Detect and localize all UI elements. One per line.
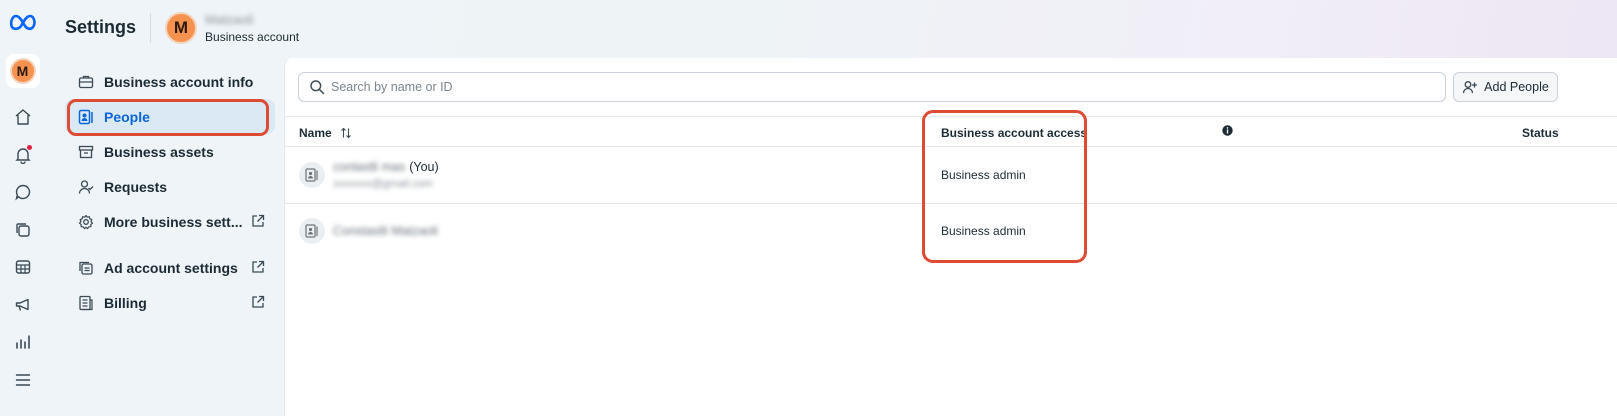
nav-divider [65,239,275,250]
nav-label: Ad account settings [104,259,238,276]
table-icon[interactable] [8,252,38,282]
billing-icon [77,294,95,312]
external-link-icon [251,214,265,228]
rail-account-switcher[interactable]: M [5,54,40,88]
person-email: xxxxxxx@gmail.com [333,178,433,190]
gear-icon [77,213,95,231]
person-name-text: Constastli Matzaoli [333,224,438,238]
account-name: Matzaoli [205,11,254,27]
menu-icon[interactable] [8,365,38,395]
add-people-button[interactable]: Add People [1453,72,1558,102]
search-input[interactable] [331,80,1431,94]
rail-avatar: M [9,58,36,84]
column-header-name-label: Name [299,126,332,140]
table-row[interactable]: conlastli mas (You) xxxxxxx@gmail.com Bu… [285,148,1617,204]
header-divider [150,12,152,43]
meta-logo-icon[interactable] [8,10,38,34]
external-link-icon [251,295,265,309]
nav-item-ad-account-settings[interactable]: Ad account settings [65,250,275,285]
sort-icon[interactable] [340,127,352,139]
left-rail: M [0,0,45,416]
people-panel: Add People Name Business account access … [284,58,1617,416]
nav-label: Business account info [104,73,254,90]
page-title: Settings [65,17,137,37]
info-icon[interactable] [1222,125,1233,136]
add-people-label: Add People [1484,80,1549,94]
person-name: conlastli mas (You) [333,160,439,174]
account-type: Business account [205,29,300,44]
nav-item-business-account-info[interactable]: Business account info [65,64,275,99]
ad-account-icon [77,259,95,277]
search-icon [309,79,325,95]
nav-label: More business sett... [104,213,243,230]
column-header-access: Business account access [941,126,1088,140]
archive-icon [77,143,95,161]
briefcase-icon [77,73,95,91]
nav-label: Requests [104,178,168,195]
user-avatar-icon [299,218,325,244]
nav-label: People [104,108,150,125]
person-name-text: conlastli mas [333,160,406,174]
settings-nav: Business account info People Business as… [65,64,275,320]
person-name: Constastli Matzaoli [333,224,438,238]
search-box[interactable] [298,72,1446,102]
person-check-icon [77,178,95,196]
chart-icon[interactable] [8,327,38,357]
notification-dot [26,144,32,150]
nav-item-requests[interactable]: Requests [65,169,275,204]
nav-item-people[interactable]: People [65,99,275,134]
user-avatar-icon [299,162,325,188]
table-header: Name Business account access Status [285,116,1617,147]
bell-icon[interactable] [8,140,38,170]
megaphone-icon[interactable] [8,290,38,320]
column-header-status: Status [1522,126,1559,140]
pages-icon[interactable] [8,215,38,245]
external-link-icon [251,260,265,274]
you-label: (You) [409,160,439,174]
page-header: Settings M Matzaoli Business account [65,0,299,55]
column-header-name[interactable]: Name [299,126,352,140]
account-avatar[interactable]: M [165,11,198,44]
account-switcher[interactable]: Matzaoli Business account [205,12,299,44]
access-level: Business admin [941,224,1026,238]
add-person-icon [1462,79,1478,95]
chat-icon[interactable] [8,177,38,207]
nav-label: Business assets [104,143,214,160]
nav-item-more-business-settings[interactable]: More business sett... [65,204,275,239]
home-icon[interactable] [8,102,38,132]
nav-item-business-assets[interactable]: Business assets [65,134,275,169]
table-row[interactable]: Constastli Matzaoli Business admin [285,204,1617,260]
nav-item-billing[interactable]: Billing [65,285,275,320]
people-icon [77,108,95,126]
access-level: Business admin [941,168,1026,182]
nav-label: Billing [104,294,147,311]
